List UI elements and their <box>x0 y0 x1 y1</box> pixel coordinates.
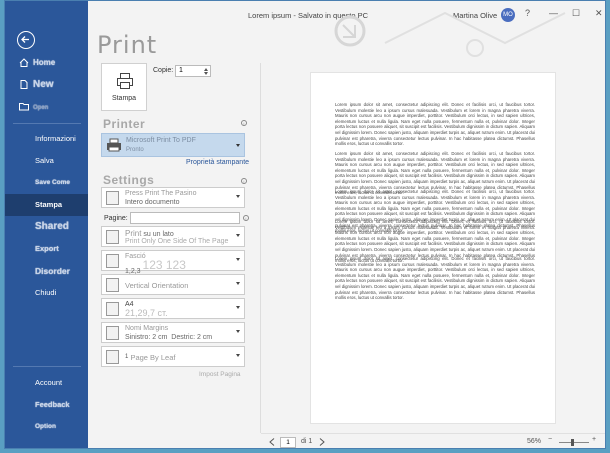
zoom-in-button[interactable]: + <box>592 436 596 443</box>
print-heading: Print <box>97 31 158 59</box>
zoom-slider[interactable] <box>559 442 589 443</box>
chevron-down-icon <box>236 354 240 357</box>
sidebar-item-print[interactable]: Stampa <box>5 194 88 216</box>
preview-paragraph: Lorem ipsum dolor sit amet, consectetur … <box>335 102 535 147</box>
pages-icon <box>106 191 119 205</box>
pages-input[interactable] <box>130 212 240 224</box>
chevron-down-icon <box>236 330 240 333</box>
page-total: di 1 <box>301 438 313 445</box>
pages-per-sheet-icon <box>106 350 119 364</box>
zoom-slider-thumb[interactable] <box>571 439 574 446</box>
sidebar-item-transform[interactable]: Disorder <box>5 260 88 282</box>
copies-field[interactable]: 1 <box>175 65 211 77</box>
home-icon <box>19 58 29 67</box>
info-icon[interactable]: i <box>241 120 247 126</box>
sidebar-item-account[interactable]: Account <box>5 372 88 394</box>
portrait-icon <box>106 278 119 292</box>
pages-label: Pagine: <box>104 215 128 222</box>
printer-icon <box>117 73 133 89</box>
sidebar-item-open[interactable]: Open <box>5 96 88 118</box>
margins-icon <box>106 326 119 340</box>
print-sides-dropdown[interactable]: Print su un lato Print Only One Side Of … <box>101 226 245 247</box>
spinner-icon[interactable] <box>204 68 208 75</box>
chevron-down-icon <box>236 195 240 198</box>
pages-per-sheet-dropdown[interactable]: 1 Page By Leaf <box>101 346 245 367</box>
sidebar-divider <box>13 123 81 124</box>
print-button-label: Stampa <box>111 95 137 102</box>
info-icon[interactable]: i <box>241 178 247 184</box>
paper-icon <box>106 302 119 316</box>
collate-icon <box>106 254 119 268</box>
info-icon[interactable]: i <box>243 215 249 221</box>
new-document-icon <box>20 80 28 89</box>
print-button[interactable]: Stampa <box>101 63 147 111</box>
backstage-sidebar: Home New Open Informazioni Salva Save Co… <box>5 1 88 448</box>
chevron-down-icon <box>236 282 240 285</box>
printer-properties-link[interactable]: Proprietà stampante <box>186 159 249 166</box>
printer-name: Microsoft Print To PDF <box>126 137 196 144</box>
sidebar-item-close[interactable]: Chiudi <box>5 282 88 304</box>
sidebar-item-home[interactable]: Home <box>5 52 88 74</box>
printer-status: Pronto <box>126 147 144 153</box>
settings-heading: Settings <box>103 173 155 187</box>
printer-select[interactable]: Microsoft Print To PDF Pronto <box>101 133 245 157</box>
sidebar-item-save-as[interactable]: Save Come <box>5 172 88 194</box>
chevron-down-icon <box>236 258 240 261</box>
sidebar-item-feedback[interactable]: Feedback <box>5 394 88 416</box>
page-setup-link[interactable]: Impost Pagina <box>199 371 241 378</box>
printer-heading: Printer <box>103 117 146 131</box>
sidebar-item-export[interactable]: Export <box>5 238 88 260</box>
chevron-down-icon <box>236 234 240 237</box>
word-window: Home New Open Informazioni Salva Save Co… <box>4 0 606 449</box>
margins-dropdown[interactable]: Nomi Margins Sinistro: 2 cm Destric: 2 c… <box>101 322 245 343</box>
previous-page-icon[interactable] <box>269 438 275 446</box>
chevron-down-icon <box>236 144 240 147</box>
chevron-down-icon <box>236 306 240 309</box>
page-number-field[interactable]: 1 <box>280 437 296 448</box>
one-sided-icon <box>106 230 119 244</box>
sidebar-item-new[interactable]: New <box>5 74 88 96</box>
back-arrow-icon[interactable] <box>17 31 35 49</box>
zoom-out-button[interactable]: − <box>548 436 552 443</box>
sidebar-item-options[interactable]: Option <box>5 416 88 438</box>
sidebar-item-share[interactable]: Shared <box>5 216 88 238</box>
sidebar-item-save[interactable]: Salva <box>5 150 88 172</box>
print-range-dropdown[interactable]: Press Print The Pasino Intero documento <box>101 187 245 208</box>
orientation-dropdown[interactable]: Vertical Orientation <box>101 274 245 295</box>
preview-paragraph: Lorem ipsum dolor sit amet, consectetur … <box>335 256 535 301</box>
printer-device-icon <box>107 138 121 152</box>
sidebar-item-info[interactable]: Informazioni <box>5 128 88 150</box>
copies-label: Copie: <box>153 67 174 74</box>
preview-navigation-bar: 1 di 1 56% − + <box>261 433 605 448</box>
zoom-level: 56% <box>527 438 542 445</box>
preview-page: Lorem ipsum dolor sit amet, consectetur … <box>310 72 556 424</box>
collate-dropdown[interactable]: Fasció 1,2,3 123 123 <box>101 250 245 275</box>
folder-icon <box>19 103 29 111</box>
next-page-icon[interactable] <box>319 438 325 446</box>
paper-size-dropdown[interactable]: A4 21,29,7 cт. <box>101 298 245 319</box>
sidebar-divider <box>13 366 81 367</box>
decorative-pattern <box>334 11 566 57</box>
